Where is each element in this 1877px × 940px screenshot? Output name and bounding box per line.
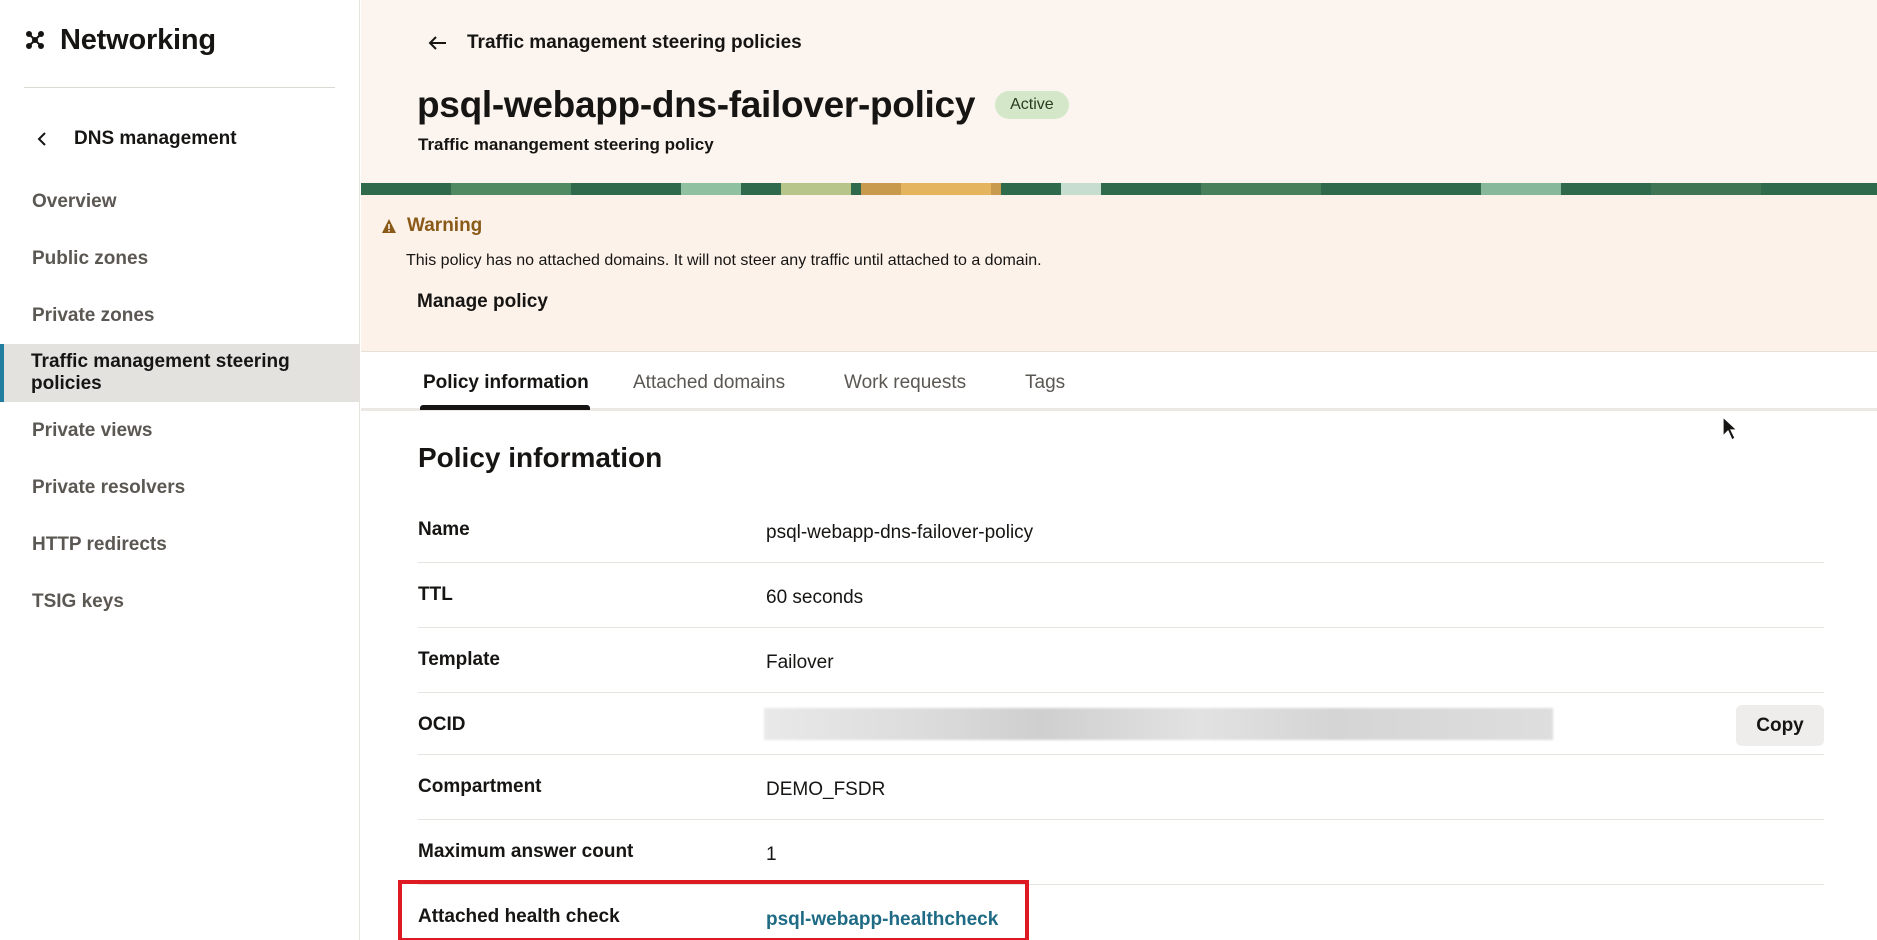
page-title: psql-webapp-dns-failover-policy (417, 84, 976, 125)
tab-bar: Policy information Attached domains Work… (361, 352, 1877, 411)
warning-header: Warning (381, 215, 482, 237)
info-row-name: Name psql-webapp-dns-failover-policy (418, 498, 1824, 563)
info-value: psql-webapp-dns-failover-policy (766, 522, 1034, 543)
tab-work-requests[interactable]: Work requests (844, 372, 966, 394)
warning-message: This policy has no attached domains. It … (406, 252, 1042, 269)
info-value: DEMO_FSDR (766, 779, 886, 800)
tab-attached-domains[interactable]: Attached domains (633, 372, 785, 394)
info-row-ttl: TTL 60 seconds (418, 563, 1824, 628)
title-row: psql-webapp-dns-failover-policy Active (417, 84, 1069, 126)
page-subtitle: Traffic manangement steering policy (418, 135, 714, 154)
app-window: Networking DNS management Overview Publi… (0, 0, 1877, 940)
decorative-banner (361, 183, 1877, 195)
tab-tags[interactable]: Tags (1025, 372, 1065, 394)
sidebar-item-private-zones[interactable]: Private zones (0, 287, 359, 344)
tab-policy-information[interactable]: Policy information (423, 372, 589, 394)
sidebar-item-traffic-management[interactable]: Traffic management steering policies (0, 344, 359, 402)
main-content: Traffic management steering policies psq… (361, 0, 1877, 940)
section-title: Policy information (418, 442, 663, 473)
status-badge: Active (995, 91, 1069, 119)
sidebar-nav: Overview Public zones Private zones Traf… (0, 173, 359, 630)
info-row-health-check: Attached health check psql-webapp-health… (418, 885, 1824, 940)
info-value: 60 seconds (766, 587, 864, 608)
info-row-compartment: Compartment DEMO_FSDR (418, 755, 1824, 820)
back-to-dns-management[interactable]: DNS management (34, 122, 237, 156)
info-label: Template (418, 649, 501, 670)
chevron-left-icon (37, 132, 46, 146)
info-label: Maximum answer count (418, 841, 634, 862)
back-label: DNS management (74, 128, 237, 149)
policy-info-table: Name psql-webapp-dns-failover-policy TTL… (418, 498, 1824, 940)
sidebar-item-private-views[interactable]: Private views (0, 402, 359, 459)
arrow-left-icon (428, 36, 446, 50)
active-tab-indicator (420, 405, 590, 410)
copy-ocid-button[interactable]: Copy (1736, 705, 1824, 746)
sidebar: Networking DNS management Overview Publi… (0, 0, 360, 940)
health-check-link[interactable]: psql-webapp-healthcheck (766, 909, 998, 931)
sidebar-item-overview[interactable]: Overview (0, 173, 359, 230)
brand: Networking (24, 22, 216, 58)
info-label: OCID (418, 714, 466, 735)
sidebar-item-public-zones[interactable]: Public zones (0, 230, 359, 287)
manage-policy-button[interactable]: Manage policy (407, 284, 558, 320)
sidebar-item-private-resolvers[interactable]: Private resolvers (0, 459, 359, 516)
sidebar-divider (24, 87, 335, 88)
info-label: Attached health check (418, 906, 620, 927)
info-label: Name (418, 519, 470, 540)
breadcrumb-label: Traffic management steering policies (467, 32, 802, 53)
info-label: TTL (418, 584, 453, 605)
warning-triangle-icon (382, 219, 396, 233)
app-title: Networking (60, 23, 216, 56)
info-row-max-answer-count: Maximum answer count 1 (418, 820, 1824, 885)
sidebar-item-tsig-keys[interactable]: TSIG keys (0, 573, 359, 630)
warning-title: Warning (407, 215, 483, 236)
breadcrumb[interactable]: Traffic management steering policies (427, 26, 802, 60)
networking-icon (26, 31, 44, 49)
ocid-redacted-value (764, 708, 1553, 740)
warning-banner: Warning This policy has no attached doma… (361, 195, 1877, 352)
mouse-cursor-icon (1722, 416, 1739, 441)
info-value: 1 (766, 844, 777, 865)
info-label: Compartment (418, 776, 542, 797)
page-header: Traffic management steering policies psq… (361, 0, 1877, 183)
sidebar-item-http-redirects[interactable]: HTTP redirects (0, 516, 359, 573)
info-value: Failover (766, 652, 834, 673)
info-row-template: Template Failover (418, 628, 1824, 693)
